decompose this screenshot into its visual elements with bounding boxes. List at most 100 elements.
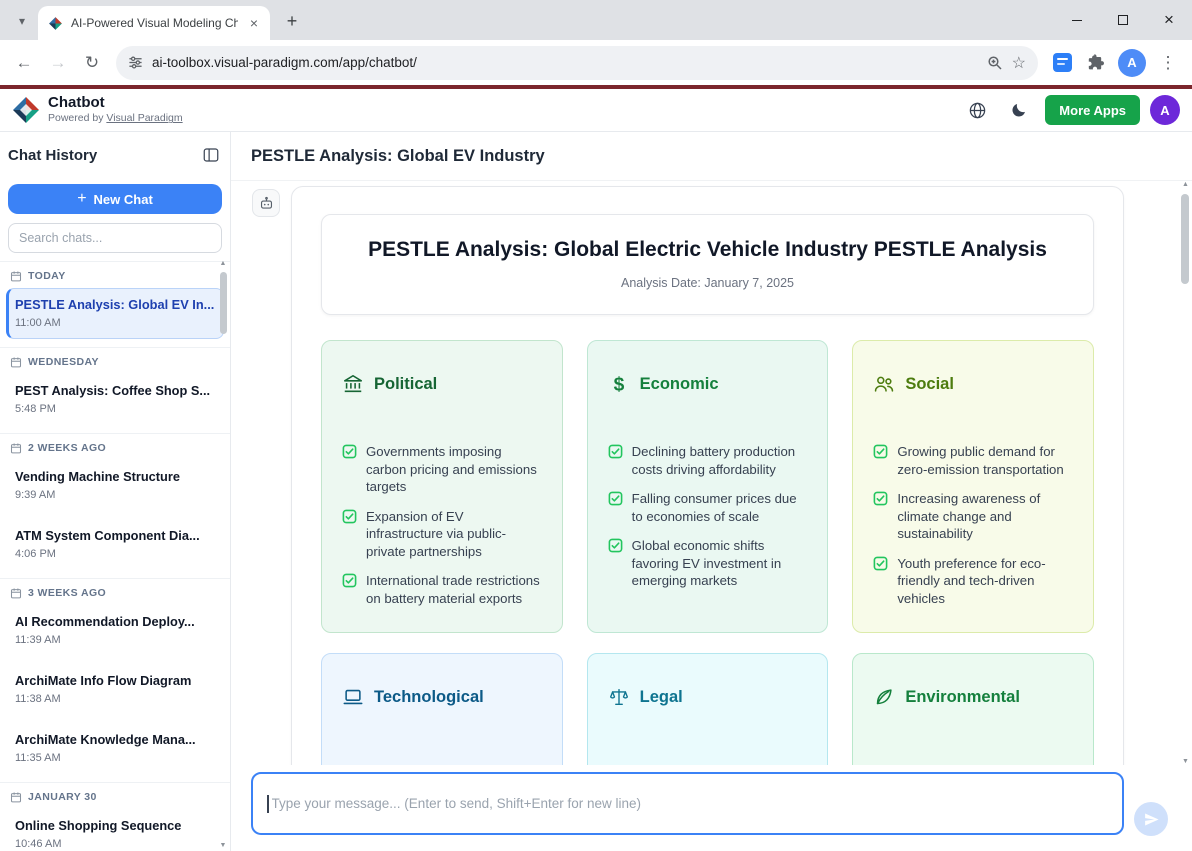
pestle-item: Youth preference for eco-friendly and te… xyxy=(873,555,1073,608)
chat-history-item[interactable]: AI Recommendation Deploy... 11:39 AM xyxy=(6,605,224,656)
chat-item-time: 11:35 AM xyxy=(15,751,215,765)
pestle-card-header: Environmental xyxy=(873,686,1073,708)
globe-icon xyxy=(968,101,987,120)
back-button[interactable]: ← xyxy=(8,47,40,79)
users-icon xyxy=(873,373,895,395)
checkbox-check-icon xyxy=(342,444,357,459)
chat-history-item[interactable]: PESTLE Analysis: Global EV In... 11:00 A… xyxy=(6,288,224,339)
scroll-down-icon[interactable]: ▼ xyxy=(218,842,228,849)
extension-shortcut-button[interactable] xyxy=(1046,47,1078,79)
address-bar[interactable]: ai-toolbox.visual-paradigm.com/app/chatb… xyxy=(116,46,1038,80)
group-label: TODAY xyxy=(0,264,230,286)
calendar-icon xyxy=(10,791,22,803)
checkbox-check-icon xyxy=(608,491,623,506)
chat-item-title: ArchiMate Knowledge Mana... xyxy=(15,732,215,748)
svg-text:$: $ xyxy=(613,374,624,395)
group-label: JANUARY 30 xyxy=(0,785,230,807)
browser-menu-button[interactable]: ⋮ xyxy=(1152,47,1184,79)
pestle-card-political: Political Governments imposing carbon pr… xyxy=(321,340,563,633)
close-window-button[interactable]: × xyxy=(1146,0,1192,40)
pestle-card-header: $ Economic xyxy=(608,373,808,395)
dark-mode-button[interactable] xyxy=(1003,94,1035,126)
minimize-icon xyxy=(1072,20,1082,21)
chat-group-wednesday: WEDNESDAY PEST Analysis: Coffee Shop S..… xyxy=(0,347,230,425)
pestle-item-text: Declining battery production costs drivi… xyxy=(632,443,808,478)
calendar-icon xyxy=(10,356,22,368)
pestle-item-text: Governments imposing carbon pricing and … xyxy=(366,443,542,496)
chat-history-item[interactable]: PEST Analysis: Coffee Shop S... 5:48 PM xyxy=(6,374,224,425)
calendar-icon xyxy=(10,270,22,282)
chat-history-item[interactable]: Vending Machine Structure 9:39 AM xyxy=(6,460,224,511)
powered-by-text: Powered by xyxy=(48,112,103,124)
chat-group-january-30: JANUARY 30 Online Shopping Sequence 10:4… xyxy=(0,782,230,851)
chat-group-2-weeks: 2 WEEKS AGO Vending Machine Structure 9:… xyxy=(0,433,230,570)
send-button[interactable] xyxy=(1134,802,1168,836)
chat-item-title: AI Recommendation Deploy... xyxy=(15,614,215,630)
laptop-icon xyxy=(342,686,364,708)
chat-item-title: ArchiMate Info Flow Diagram xyxy=(15,673,215,689)
new-chat-button[interactable]: + New Chat xyxy=(8,184,222,214)
tab-close-icon[interactable]: × xyxy=(246,15,262,31)
chat-area: PESTLE Analysis: Global Electric Vehicle… xyxy=(231,181,1192,851)
zoom-icon[interactable] xyxy=(987,55,1003,71)
group-label-text: 3 WEEKS AGO xyxy=(28,587,106,599)
chat-history-item[interactable]: ArchiMate Knowledge Mana... 11:35 AM xyxy=(6,723,224,774)
tab-search-chevron-icon[interactable]: ▾ xyxy=(8,7,36,35)
chat-history-item[interactable]: ATM System Component Dia... 4:06 PM xyxy=(6,519,224,570)
reload-button[interactable]: ↻ xyxy=(76,47,108,79)
search-input[interactable] xyxy=(8,223,222,253)
bookmark-star-icon[interactable]: ☆ xyxy=(1012,53,1026,73)
report-title-card: PESTLE Analysis: Global Electric Vehicle… xyxy=(321,214,1094,315)
user-avatar[interactable]: A xyxy=(1150,95,1180,125)
sidebar-scrollbar-thumb[interactable] xyxy=(220,272,227,334)
chat-history-item[interactable]: Online Shopping Sequence 10:46 AM xyxy=(6,809,224,851)
pestle-item-text: Growing public demand for zero-emission … xyxy=(897,443,1073,478)
chat-history-item[interactable]: ArchiMate Info Flow Diagram 11:38 AM xyxy=(6,664,224,715)
visual-paradigm-link[interactable]: Visual Paradigm xyxy=(106,112,182,124)
scroll-up-icon[interactable]: ▲ xyxy=(218,260,228,267)
main-scrollbar-thumb[interactable] xyxy=(1181,194,1189,284)
pestle-item: Global economic shifts favoring EV inves… xyxy=(608,537,808,590)
pestle-card-title: Environmental xyxy=(905,688,1020,707)
pestle-item-text: Youth preference for eco-friendly and te… xyxy=(897,555,1073,608)
scroll-up-icon[interactable]: ▲ xyxy=(1180,181,1191,188)
sidebar-scrollbar[interactable]: ▲ ▼ xyxy=(218,260,228,849)
language-button[interactable] xyxy=(961,94,993,126)
group-label: WEDNESDAY xyxy=(0,350,230,372)
pestle-item-text: Increasing awareness of climate change a… xyxy=(897,490,1073,543)
pestle-item: Growing public demand for zero-emission … xyxy=(873,443,1073,478)
chat-item-title: PESTLE Analysis: Global EV In... xyxy=(15,297,215,313)
browser-tab[interactable]: AI-Powered Visual Modeling Ch × xyxy=(38,6,270,40)
pestle-item: Falling consumer prices due to economies… xyxy=(608,490,808,525)
pestle-item: Increasing awareness of climate change a… xyxy=(873,490,1073,543)
tab-strip: ▾ AI-Powered Visual Modeling Ch × + × xyxy=(0,0,1192,40)
extensions-button[interactable] xyxy=(1080,47,1112,79)
site-info-icon[interactable] xyxy=(128,55,143,70)
scroll-down-icon[interactable]: ▼ xyxy=(1180,758,1191,765)
group-label-text: 2 WEEKS AGO xyxy=(28,442,106,454)
message-composer: Type your message... (Enter to send, Shi… xyxy=(231,765,1192,851)
main-scrollbar[interactable]: ▲ ▼ xyxy=(1180,181,1191,765)
more-apps-button[interactable]: More Apps xyxy=(1045,95,1140,125)
pestle-card-title: Economic xyxy=(640,375,719,394)
moon-icon xyxy=(1010,101,1028,119)
assistant-message-card: PESTLE Analysis: Global Electric Vehicle… xyxy=(291,186,1124,851)
checkbox-check-icon xyxy=(873,491,888,506)
forward-button[interactable]: → xyxy=(42,47,74,79)
text-cursor xyxy=(267,795,269,813)
chat-item-time: 9:39 AM xyxy=(15,488,215,502)
browser-profile-avatar[interactable]: A xyxy=(1118,49,1146,77)
collapse-sidebar-icon[interactable] xyxy=(202,146,220,164)
group-label-text: TODAY xyxy=(28,270,66,282)
report-title: PESTLE Analysis: Global Electric Vehicle… xyxy=(338,237,1077,263)
message-input[interactable]: Type your message... (Enter to send, Shi… xyxy=(251,772,1124,835)
pestle-item: International trade restrictions on batt… xyxy=(342,572,542,607)
sidebar-title: Chat History xyxy=(8,147,97,164)
chat-item-time: 11:38 AM xyxy=(15,692,215,706)
main-panel: PESTLE Analysis: Global EV Industry PEST… xyxy=(231,132,1192,851)
url-text[interactable]: ai-toolbox.visual-paradigm.com/app/chatb… xyxy=(152,55,978,70)
new-tab-button[interactable]: + xyxy=(278,7,306,35)
pestle-card-header: Technological xyxy=(342,686,542,708)
minimize-button[interactable] xyxy=(1054,0,1100,40)
maximize-button[interactable] xyxy=(1100,0,1146,40)
